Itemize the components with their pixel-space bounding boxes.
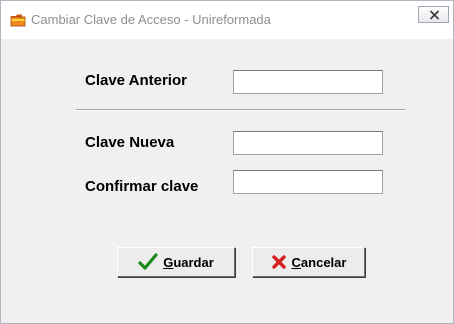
cancel-button-label: Cancelar [291, 254, 347, 270]
save-button[interactable]: Guardar [117, 247, 235, 277]
confirm-password-label: Confirmar clave [85, 178, 199, 195]
old-password-label: Clave Anterior [85, 72, 187, 89]
dialog-body: Clave Anterior Clave Nueva Confirmar cla… [1, 39, 453, 323]
confirm-password-field[interactable] [233, 170, 383, 194]
old-password-field[interactable] [233, 70, 383, 94]
cancel-button[interactable]: Cancelar [252, 247, 365, 277]
separator [76, 109, 405, 111]
close-button[interactable] [418, 6, 449, 23]
close-icon [429, 10, 440, 20]
change-password-dialog: Cambiar Clave de Acceso - Unireformada C… [0, 0, 454, 324]
window-title: Cambiar Clave de Acceso - Unireformada [31, 12, 271, 27]
title-bar[interactable]: Cambiar Clave de Acceso - Unireformada [1, 1, 453, 39]
new-password-field[interactable] [233, 131, 383, 155]
save-button-label: Guardar [163, 254, 214, 270]
new-password-label: Clave Nueva [85, 134, 175, 151]
folder-icon [10, 13, 26, 27]
x-icon [271, 254, 287, 270]
checkmark-icon [138, 253, 158, 271]
